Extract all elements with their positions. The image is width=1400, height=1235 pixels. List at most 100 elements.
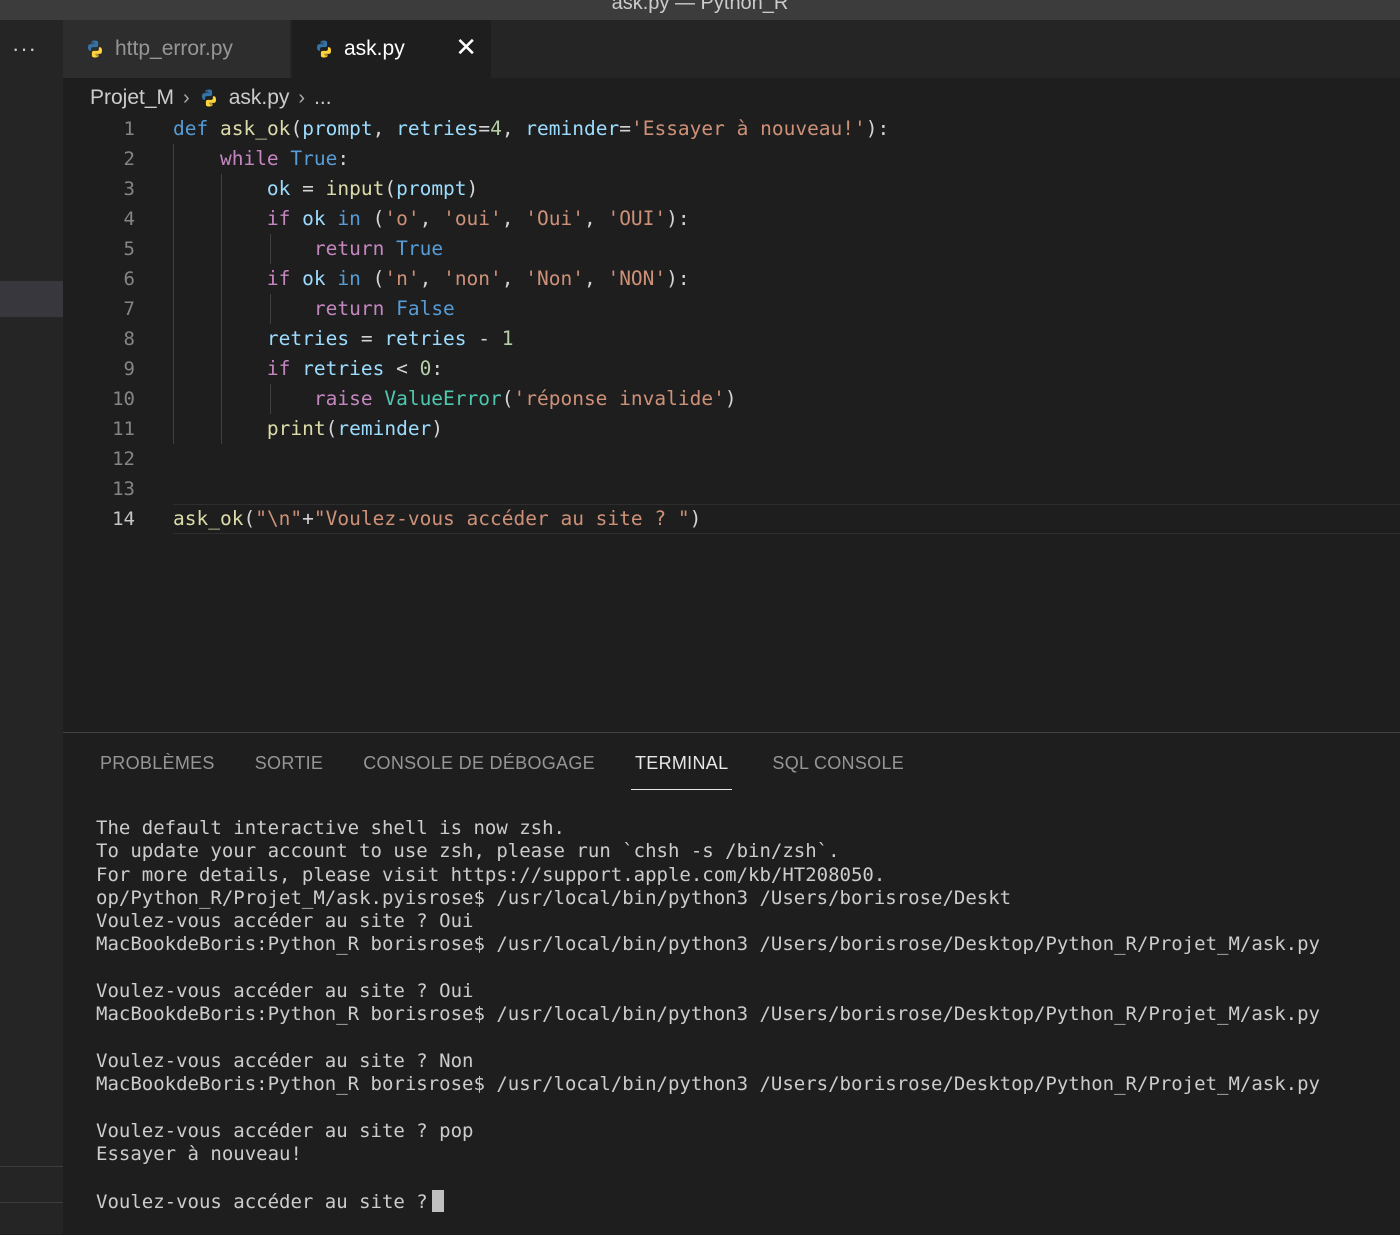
code-token: "\n" [255, 507, 303, 530]
code-line: ask_ok("\n"+"Voulez-vous accéder au site… [173, 504, 889, 534]
line-number: 11 [112, 418, 135, 440]
code-token: 'OUI' [607, 207, 667, 230]
code-token: ) [689, 507, 702, 530]
line-number: 13 [112, 478, 135, 500]
code-token: prompt [396, 177, 467, 200]
code-line: return True [173, 234, 889, 264]
code-token: 'réponse invalide' [513, 387, 725, 410]
code-token: 'o' [384, 207, 420, 230]
chevron-right-icon: › [298, 86, 306, 109]
code-token: ValueError [384, 387, 502, 410]
line-number: 5 [123, 238, 135, 260]
code-token: while [219, 147, 279, 170]
code-token: 1 [501, 327, 514, 350]
code-token: < [384, 357, 420, 380]
code-token: if [266, 267, 291, 290]
terminal-line: For more details, please visit https://s… [96, 863, 886, 886]
tab-label: http_error.py [115, 37, 233, 60]
code-token: ): [666, 267, 690, 290]
breadcrumb-file[interactable]: ask.py [229, 86, 290, 110]
code-token: ( [243, 507, 256, 530]
code-token: ) [724, 387, 737, 410]
code-token: = [478, 117, 491, 140]
code-token: True [290, 147, 338, 170]
panel-tabs: PROBLÈMES SORTIE CONSOLE DE DÉBOGAGE TERMIN… [100, 751, 944, 790]
terminal[interactable]: The default interactive shell is now zsh… [96, 817, 1320, 1213]
code-editor[interactable]: 1 2 3 4 5 6 7 8 9 10 11 12 13 14 def ask_ok(prompt, r… [63, 114, 1400, 732]
code-token: False [396, 297, 455, 320]
panel-tab-console-de-d-bogage[interactable]: CONSOLE DE DÉBOGAGE [363, 751, 595, 789]
more-actions-icon[interactable]: ··· [12, 36, 37, 62]
code-token: ( [384, 177, 397, 200]
terminal-line: Voulez-vous accéder au site ? pop [96, 1119, 474, 1142]
code-token: 'Non' [525, 267, 584, 290]
code-token: ): [666, 207, 690, 230]
code-token: reminder [337, 417, 432, 440]
line-number: 14 [112, 508, 135, 530]
terminal-line: MacBookdeBoris:Python_R borisrose$ /usr/… [96, 1073, 1320, 1096]
chevron-right-icon: › [183, 86, 190, 109]
code-line: if retries < 0: [173, 354, 889, 384]
title-bar: ask.py — Python_R [0, 0, 1400, 20]
terminal-line: op/Python_R/Projet_M/ask.pyisrose$ /usr/… [96, 886, 1012, 909]
code-token: : [431, 357, 444, 380]
panel-tab-terminal[interactable]: TERMINAL [630, 751, 733, 790]
code-token: , [372, 117, 397, 140]
panel-tab-sortie[interactable]: SORTIE [255, 751, 323, 789]
code-token: = [349, 327, 385, 350]
code-line: print(reminder) [173, 414, 889, 444]
code-token: , [583, 267, 608, 290]
code-token: ok [302, 207, 326, 230]
sidebar-selected-row[interactable] [0, 281, 63, 317]
close-icon[interactable]: ✕ [455, 34, 477, 60]
code-token: , [419, 267, 444, 290]
tab-http-error[interactable]: http_error.py [63, 20, 291, 78]
code-token: ): [865, 117, 890, 140]
code-token: + [302, 507, 314, 530]
code-line: def ask_ok(prompt, retries=4, reminder='… [173, 114, 889, 144]
code-token: if [266, 207, 291, 230]
code-token: input [325, 177, 385, 200]
code-token: 'non' [443, 267, 502, 290]
code-token: , [501, 267, 526, 290]
tab-ask[interactable]: ask.py ✕ [292, 20, 491, 78]
tab-label: ask.py [344, 37, 405, 60]
code-token: = [290, 177, 326, 200]
breadcrumb-folder[interactable]: Projet_M [90, 86, 174, 110]
panel-tab-probl-mes[interactable]: PROBLÈMES [100, 751, 215, 789]
code-token: ok [266, 177, 291, 200]
line-number: 4 [123, 208, 135, 230]
sidebar: ··· [0, 20, 63, 1234]
code-token: - [466, 327, 502, 350]
window-title: ask.py — Python_R [611, 0, 789, 14]
line-number: 12 [112, 448, 135, 470]
panel-tab-sql-console[interactable]: SQL CONSOLE [772, 751, 904, 789]
code-token: ) [466, 177, 479, 200]
python-icon [88, 40, 102, 58]
editor-tab-bar: http_error.py ask.py ✕ [63, 20, 1400, 78]
code-token: ) [431, 417, 444, 440]
code-token: ( [501, 387, 514, 410]
breadcrumb-more[interactable]: ... [314, 86, 332, 110]
terminal-line: To update your account to use zsh, pleas… [96, 840, 840, 863]
code-token: return [313, 297, 385, 320]
terminal-line: MacBookdeBoris:Python_R borisrose$ /usr/… [96, 933, 1320, 956]
code-token: raise [313, 387, 373, 410]
terminal-prompt-line: Voulez-vous accéder au site ? [96, 1189, 1320, 1213]
